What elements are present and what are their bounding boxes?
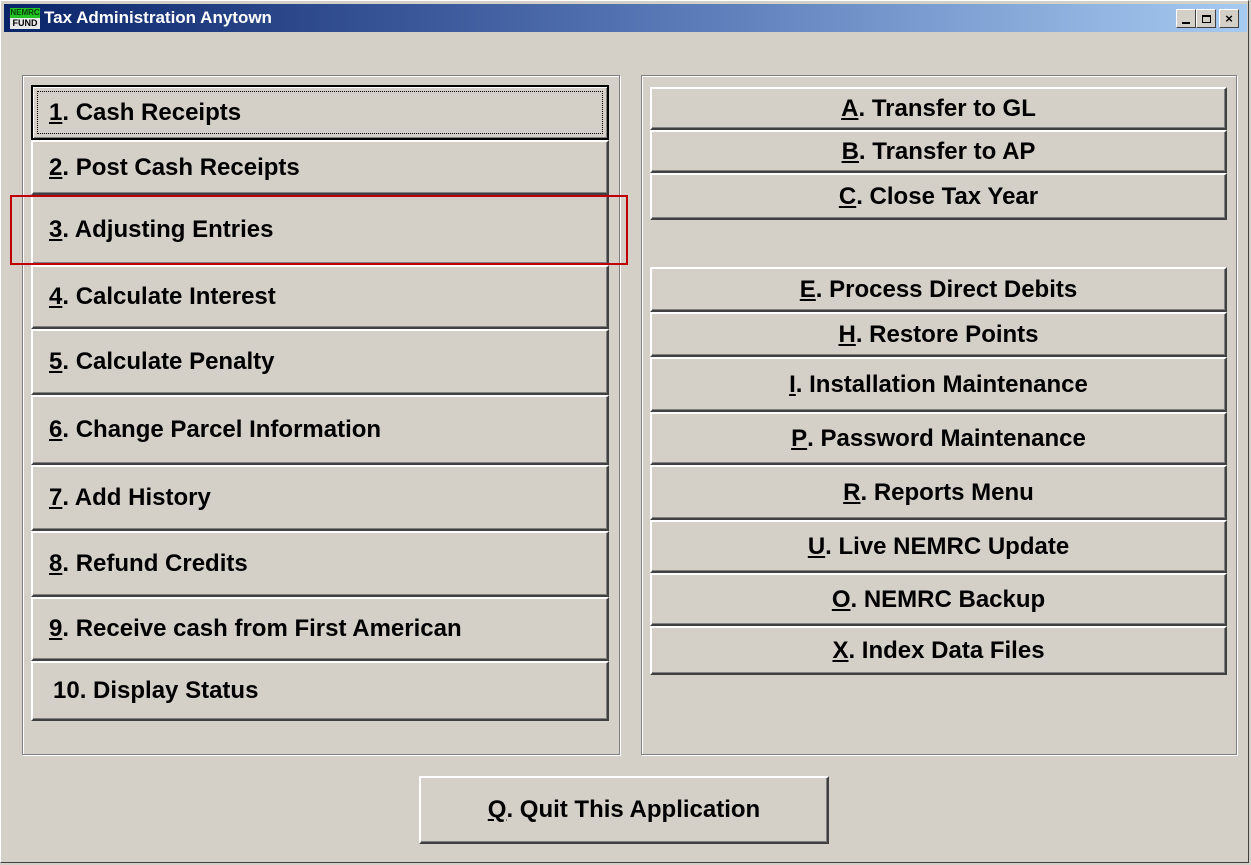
menu-button-reports-menu[interactable]: R. Reports Menu (650, 465, 1227, 520)
menu-label: . Quit This Application (506, 796, 761, 823)
menu-key: O (831, 585, 851, 613)
menu-key: 6 (49, 416, 63, 443)
menu-button-restore-points[interactable]: H. Restore Points (650, 312, 1227, 357)
menu-key: 4 (49, 283, 63, 310)
menu-key: H (838, 320, 856, 348)
menu-key: 3 (49, 216, 63, 243)
menu-label: . Post Cash Receipts (62, 153, 300, 181)
menu-button-transfer-to-gl[interactable]: A. Transfer to GL (650, 87, 1227, 130)
menu-label: . Adjusting Entries (62, 216, 274, 243)
menu-key: P (791, 424, 808, 452)
menu-label: 10. Display Status (53, 677, 259, 704)
menu-key: 1 (49, 98, 63, 126)
menu-button-index-data-files[interactable]: X. Index Data Files (650, 626, 1227, 675)
menu-key: 2 (49, 153, 63, 181)
menu-label: . Receive cash from First American (62, 615, 462, 642)
menu-button-cash-receipts[interactable]: 1. Cash Receipts (31, 85, 609, 140)
menu-button-refund-credits[interactable]: 8. Refund Credits (31, 531, 609, 597)
menu-label: . Installation Maintenance (795, 370, 1088, 398)
menu-label: . Close Tax Year (856, 182, 1039, 210)
menu-button-password-maintenance[interactable]: P. Password Maintenance (650, 412, 1227, 465)
maximize-icon[interactable] (1196, 9, 1216, 28)
menu-label: . Restore Points (855, 320, 1039, 348)
menu-key: X (832, 636, 849, 664)
menu-key: 8 (49, 550, 63, 577)
menu-button-transfer-to-ap[interactable]: B. Transfer to AP (650, 130, 1227, 173)
menu-key: 7 (49, 484, 63, 511)
menu-key: C (838, 182, 857, 210)
menu-label: . Refund Credits (62, 550, 248, 577)
menu-label: . Transfer to GL (858, 94, 1036, 122)
title-bar[interactable]: NEMRC FUND Tax Administration Anytown × (4, 4, 1247, 32)
menu-button-receive-cash-first-american[interactable]: 9. Receive cash from First American (31, 597, 609, 661)
menu-button-display-status[interactable]: 10. Display Status (31, 661, 609, 721)
menu-label: . Calculate Interest (62, 283, 276, 310)
menu-button-add-history[interactable]: 7. Add History (31, 465, 609, 531)
menu-key: U (807, 532, 826, 560)
menu-label: . Live NEMRC Update (825, 532, 1070, 560)
menu-label: . Change Parcel Information (62, 416, 382, 443)
menu-label: . Calculate Penalty (62, 348, 275, 375)
menu-key: 5 (49, 348, 63, 375)
menu-button-change-parcel-information[interactable]: 6. Change Parcel Information (31, 395, 609, 465)
menu-label: . Reports Menu (860, 478, 1034, 506)
main-window: NEMRC FUND Tax Administration Anytown × … (0, 0, 1249, 863)
menu-button-installation-maintenance[interactable]: I. Installation Maintenance (650, 357, 1227, 412)
menu-label: . Index Data Files (848, 636, 1045, 664)
menu-button-live-nemrc-update[interactable]: U. Live NEMRC Update (650, 520, 1227, 573)
menu-label: . Password Maintenance (807, 424, 1086, 452)
menu-key: 9 (49, 615, 63, 642)
app-icon: NEMRC FUND (10, 8, 40, 29)
menu-label: . NEMRC Backup (850, 585, 1046, 613)
menu-button-nemrc-backup[interactable]: O. NEMRC Backup (650, 573, 1227, 626)
menu-label: . Cash Receipts (62, 98, 242, 126)
menu-button-calculate-interest[interactable]: 4. Calculate Interest (31, 265, 609, 329)
menu-button-calculate-penalty[interactable]: 5. Calculate Penalty (31, 329, 609, 395)
menu-key: E (799, 275, 816, 303)
menu-label: . Add History (62, 484, 211, 511)
quit-button[interactable]: Q. Quit This Application (419, 776, 829, 844)
menu-label: . Transfer to AP (858, 137, 1036, 165)
menu-button-adjusting-entries[interactable]: 3. Adjusting Entries (31, 195, 609, 265)
menu-key: I (789, 370, 796, 398)
window-controls: × (1176, 9, 1239, 28)
app-icon-top-text: NEMRC (10, 8, 40, 18)
menu-key: A (841, 94, 859, 122)
menu-button-close-tax-year[interactable]: C. Close Tax Year (650, 173, 1227, 220)
minimize-icon[interactable] (1176, 9, 1196, 28)
menu-key: B (841, 137, 859, 165)
menu-label: . Process Direct Debits (815, 275, 1078, 303)
menu-button-process-direct-debits[interactable]: E. Process Direct Debits (650, 267, 1227, 312)
menu-key: R (843, 478, 861, 506)
app-icon-bottom-text: FUND (10, 18, 40, 29)
close-icon[interactable]: × (1219, 9, 1239, 28)
menu-button-post-cash-receipts[interactable]: 2. Post Cash Receipts (31, 140, 609, 195)
menu-key: Q (487, 796, 507, 823)
window-title: Tax Administration Anytown (44, 8, 272, 27)
